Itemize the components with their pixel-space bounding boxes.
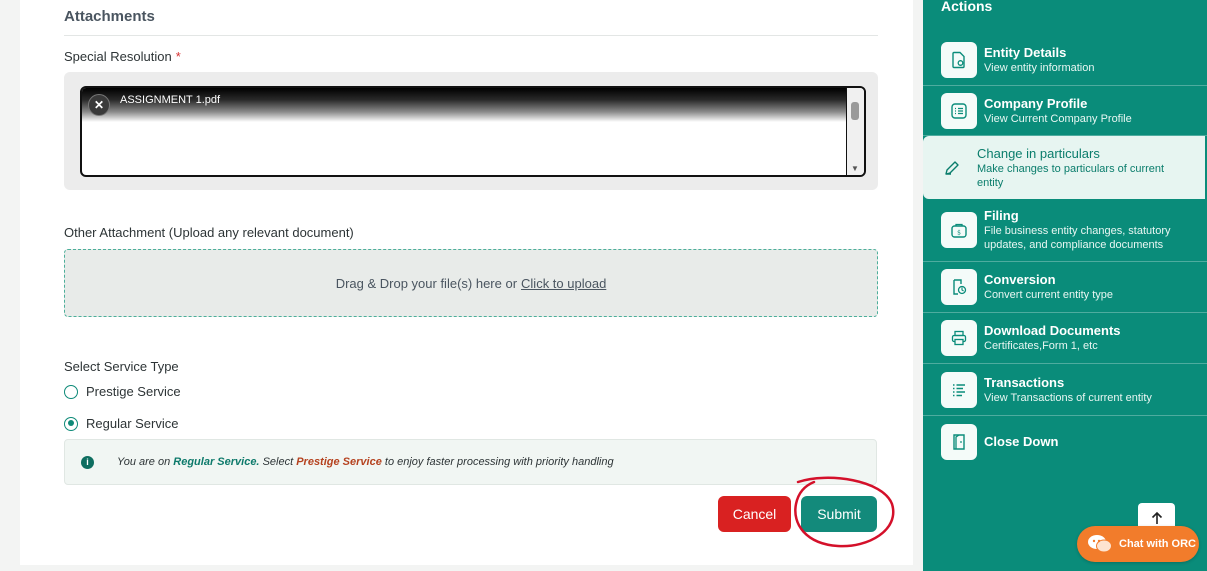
action-close-down[interactable]: Close Down [923, 416, 1207, 467]
radio-regular-service[interactable]: Regular Service [64, 416, 179, 431]
section-divider [64, 35, 878, 36]
info-current-service: Regular Service. [173, 456, 260, 468]
cancel-button[interactable]: Cancel [718, 496, 791, 532]
action-subtitle: View entity information [984, 62, 1095, 74]
chat-with-orc-button[interactable]: Chat with ORC [1077, 526, 1199, 562]
scroll-down-icon[interactable]: ▼ [851, 164, 859, 173]
radio-label: Regular Service [86, 416, 179, 431]
action-transactions[interactable]: Transactions View Transactions of curren… [923, 364, 1207, 416]
action-title: Change in particulars [977, 145, 1100, 161]
dropzone-text: Drag & Drop your file(s) here or [335, 275, 518, 291]
action-filing[interactable]: $ Filing File business entity changes, s… [923, 199, 1207, 262]
file-preview: ✕ ASSIGNMENT 1.pdf ▼ [80, 86, 866, 177]
action-title: Download Documents [984, 323, 1121, 338]
radio-button[interactable] [64, 416, 78, 431]
service-info-banner: i You are on Regular Service. Select Pre… [64, 439, 877, 485]
special-resolution-label-text: Special Resolution [64, 49, 172, 64]
action-title: Company Profile [984, 95, 1088, 111]
arrow-up-icon [1151, 511, 1162, 524]
transactions-list-icon [941, 371, 977, 408]
action-subtitle: View Transactions of current entity [984, 391, 1152, 404]
info-middle: Select [262, 456, 294, 468]
action-company-profile[interactable]: Company Profile View Current Company Pro… [923, 86, 1207, 136]
action-change-in-particulars[interactable]: Change in particulars Make changes to pa… [923, 136, 1205, 199]
info-text: You are on Regular Service. Select Prest… [117, 456, 614, 468]
service-type-label: Select Service Type [64, 359, 179, 374]
actions-sidebar: Actions Entity Details View entity infor… [923, 0, 1207, 571]
profile-list-icon [941, 92, 977, 129]
section-title: Attachments [64, 8, 155, 25]
printer-icon [941, 320, 977, 356]
radio-label: Prestige Service [86, 384, 181, 399]
action-title: Entity Details [984, 45, 1067, 60]
svg-text:$: $ [957, 230, 961, 237]
info-alternative-service: Prestige Service [296, 456, 382, 468]
info-prefix: You are on [117, 456, 171, 468]
conversion-icon [941, 269, 977, 305]
radio-button[interactable] [64, 384, 78, 399]
action-conversion[interactable]: Conversion Convert current entity type [923, 262, 1207, 313]
action-subtitle: View Current Company Profile [984, 112, 1132, 125]
file-item: ✕ ASSIGNMENT 1.pdf [82, 88, 846, 122]
info-suffix: to enjoy faster processing with priority… [384, 456, 614, 468]
door-close-icon [941, 423, 977, 460]
other-attachment-label: Other Attachment (Upload any relevant do… [64, 225, 354, 240]
pencil-icon [934, 150, 970, 186]
action-title: Filing [984, 208, 1019, 223]
file-dropzone[interactable]: Drag & Drop your file(s) here or Click t… [64, 249, 878, 317]
scrollbar-thumb[interactable] [851, 102, 859, 120]
click-to-upload-link[interactable]: Click to upload [521, 276, 606, 291]
form-card: Attachments Special Resolution * ✕ ASSIGN… [20, 0, 913, 565]
special-resolution-upload: ✕ ASSIGNMENT 1.pdf ▼ [64, 72, 878, 190]
action-title: Transactions [984, 374, 1065, 390]
file-scrollbar[interactable]: ▼ [846, 88, 864, 175]
action-entity-details[interactable]: Entity Details View entity information [923, 35, 1207, 86]
submit-button[interactable]: Submit [801, 496, 877, 532]
action-title: Close Down [984, 433, 1059, 449]
action-download-documents[interactable]: Download Documents Certificates,Form 1, … [923, 313, 1207, 364]
action-subtitle: Make changes to particulars of current e… [977, 162, 1165, 189]
chat-bubbles-icon [1087, 534, 1113, 554]
info-icon: i [81, 455, 94, 469]
action-subtitle: Certificates,Form 1, etc [984, 340, 1098, 352]
action-subtitle: Convert current entity type [984, 289, 1114, 301]
special-resolution-label: Special Resolution * [64, 49, 181, 64]
filing-bag-icon: $ [941, 212, 977, 248]
action-subtitle: File business entity changes, statutory … [984, 225, 1171, 251]
actions-title: Actions [941, 0, 993, 14]
remove-file-button[interactable]: ✕ [88, 94, 110, 116]
file-name: ASSIGNMENT 1.pdf [120, 94, 221, 106]
action-title: Conversion [984, 272, 1056, 287]
document-eye-icon [941, 42, 977, 78]
radio-prestige-service[interactable]: Prestige Service [64, 384, 181, 399]
required-mark: * [175, 49, 181, 64]
chat-label: Chat with ORC [1119, 538, 1196, 550]
